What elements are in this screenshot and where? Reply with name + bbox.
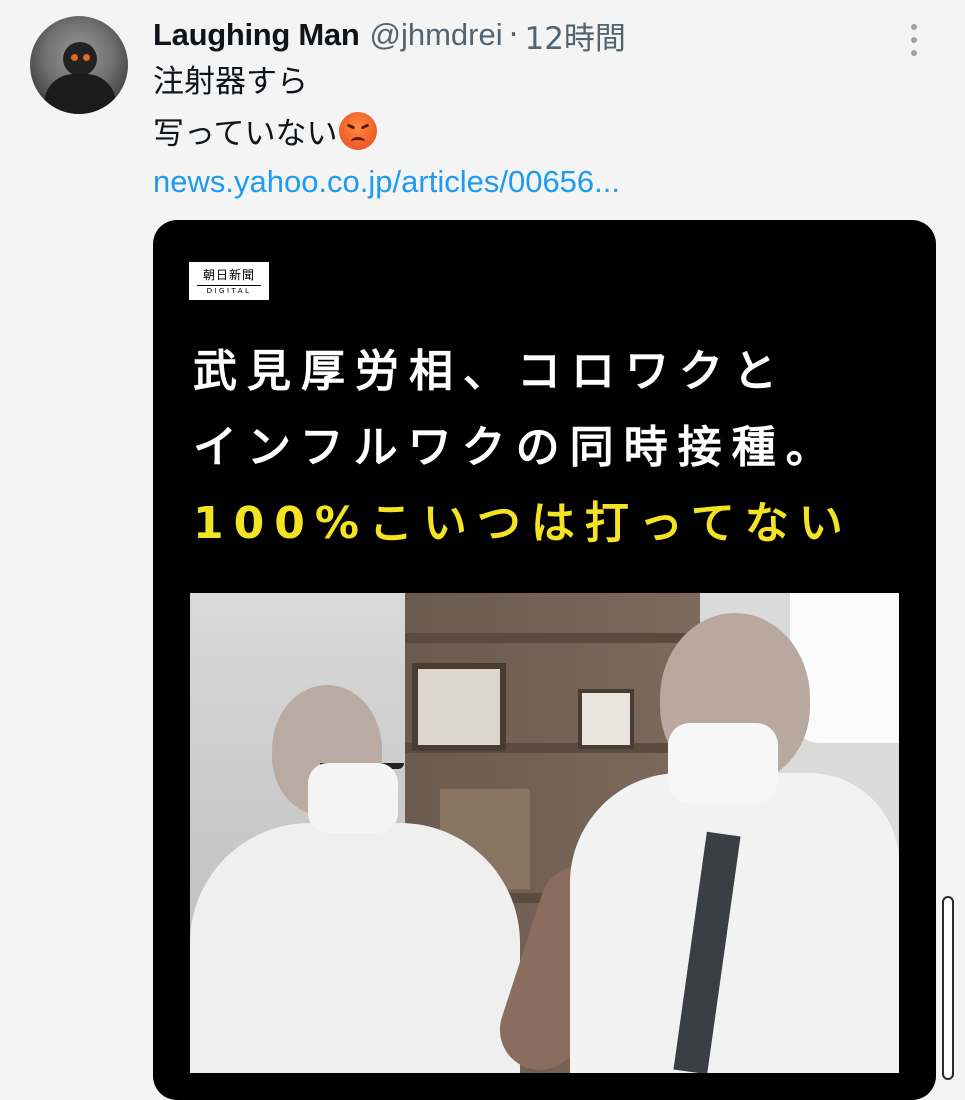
tweet[interactable]: Laughing Man @jhmdrei · 12時間 注射器すら 写っていな… [0,0,965,1100]
photo-doctor-mask [308,763,398,833]
avatar-eye-right [83,54,90,61]
asahi-logo: 朝日新聞 DIGITAL [189,262,269,300]
more-dot [911,37,917,43]
tweet-text-line-2: 写っていない [153,112,378,154]
angry-face-icon [339,112,378,150]
author-name[interactable]: Laughing Man [153,17,360,53]
tweet-text-line-2-text: 写っていない [153,116,338,152]
headline-line-2: インフルワクの同時接種。 [193,422,840,473]
photo-frame [412,663,506,751]
author-handle[interactable]: @jhmdrei [369,17,502,53]
photo-frame [578,689,634,749]
headline-line-3: 100%こいつは打ってない [193,498,853,549]
tweet-timestamp[interactable]: 12時間 [524,13,625,58]
article-link[interactable]: news.yahoo.co.jp/articles/00656... [153,162,620,202]
logo-subtitle: DIGITAL [197,285,261,296]
avatar-figure-body [44,74,116,114]
logo-title: 朝日新聞 [202,268,255,282]
more-dot [911,24,917,30]
more-dot [911,50,917,56]
avatar-eye-left [71,54,78,61]
tweet-header: Laughing Man @jhmdrei · 12時間 [153,12,626,58]
vaccination-photo [190,593,899,1073]
shelf-board [405,633,695,643]
headline-line-1: 武見厚労相、コロワクと [193,346,787,397]
photo-patient-mask [668,723,778,803]
author-avatar[interactable] [30,16,128,114]
more-options-icon[interactable] [904,22,924,58]
photo-doctor-body [190,823,520,1073]
media-card[interactable]: 朝日新聞 DIGITAL 武見厚労相、コロワクと インフルワクの同時接種。 10… [153,220,936,1100]
tweet-text-line-1: 注射器すら [153,64,308,100]
scrollbar-thumb[interactable] [942,896,954,1080]
header-separator: · [508,17,519,53]
photo-patient-body [570,773,899,1073]
avatar-figure-head [63,42,97,76]
